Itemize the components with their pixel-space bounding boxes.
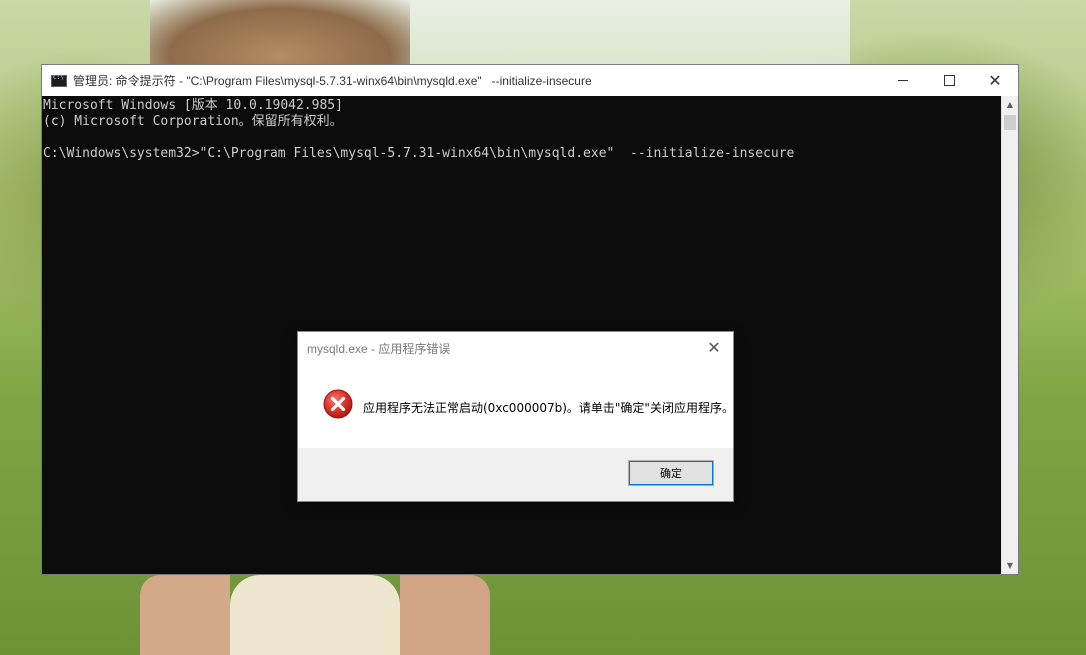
- console-command-line: C:\Windows\system32>"C:\Program Files\my…: [43, 146, 795, 161]
- close-button[interactable]: ✕: [972, 65, 1018, 96]
- scroll-down-icon[interactable]: ▼: [1002, 557, 1018, 574]
- dialog-message: 应用程序无法正常启动(0xc000007b)。请单击"确定"关闭应用程序。: [363, 401, 734, 415]
- wallpaper-figure-hair: [150, 0, 410, 70]
- console-line: (c) Microsoft Corporation。保留所有权利。: [43, 114, 343, 129]
- close-icon: ✕: [707, 337, 721, 357]
- cmd-icon: [51, 74, 67, 87]
- vertical-scrollbar[interactable]: ▲ ▼: [1001, 96, 1018, 574]
- error-dialog[interactable]: mysqld.exe - 应用程序错误 ✕ 应用程序无法正常启动(0xc0000…: [297, 331, 734, 502]
- minimize-icon: [898, 80, 908, 81]
- scroll-up-icon[interactable]: ▲: [1002, 96, 1018, 113]
- window-controls: ✕: [880, 65, 1018, 96]
- wallpaper-figure-arm-right: [400, 575, 490, 655]
- ok-button[interactable]: 确定: [628, 460, 714, 486]
- minimize-button[interactable]: [880, 65, 926, 96]
- dialog-footer: 确定: [298, 448, 733, 501]
- close-icon: ✕: [988, 70, 1002, 90]
- dialog-title: mysqld.exe - 应用程序错误: [307, 342, 451, 356]
- console-title: 管理员: 命令提示符 - "C:\Program Files\mysql-5.7…: [73, 74, 592, 88]
- scroll-thumb[interactable]: [1004, 115, 1016, 130]
- wallpaper-figure-shirt: [230, 575, 400, 655]
- dialog-close-button[interactable]: ✕: [701, 336, 727, 358]
- console-titlebar[interactable]: 管理员: 命令提示符 - "C:\Program Files\mysql-5.7…: [42, 65, 1018, 96]
- error-icon: [323, 389, 353, 419]
- wallpaper-figure-arm-left: [140, 575, 230, 655]
- maximize-button[interactable]: [926, 65, 972, 96]
- console-line: Microsoft Windows [版本 10.0.19042.985]: [43, 98, 343, 113]
- maximize-icon: [943, 75, 955, 86]
